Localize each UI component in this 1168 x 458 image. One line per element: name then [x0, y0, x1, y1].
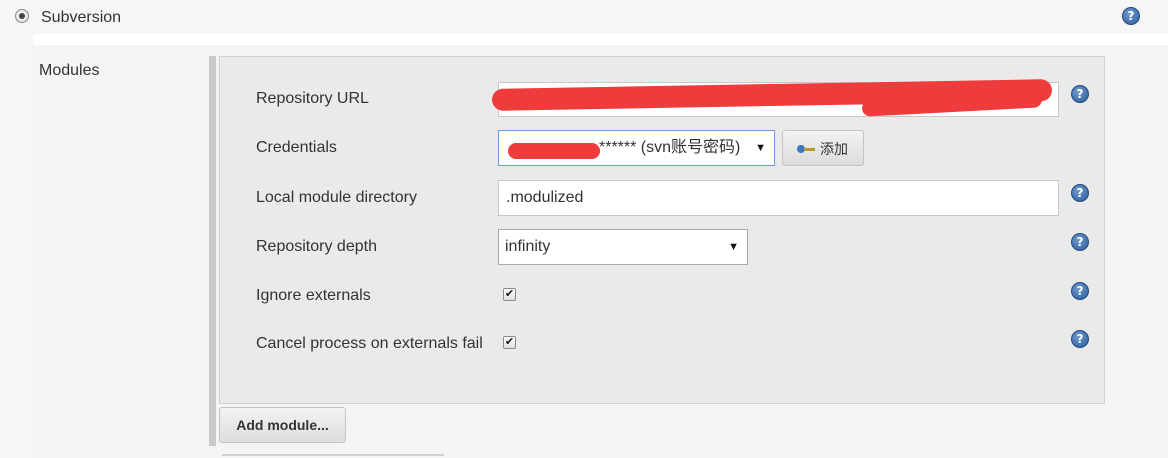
next-section-edge	[222, 454, 444, 456]
radio-selected-dot	[19, 13, 25, 19]
repository-url-help-icon[interactable]	[1071, 85, 1089, 103]
left-strip	[0, 34, 33, 458]
subversion-radio[interactable]	[15, 9, 29, 23]
credentials-label: Credentials	[256, 139, 337, 156]
cancel-on-externals-fail-checkbox[interactable]: ✔	[503, 336, 516, 349]
repository-depth-label: Repository depth	[256, 238, 377, 255]
scm-header	[0, 0, 1168, 34]
cancel-on-externals-fail-label: Cancel process on externals fail	[256, 335, 483, 352]
key-icon	[797, 145, 815, 153]
repository-depth-help-icon[interactable]	[1071, 233, 1089, 251]
cancel-on-externals-fail-help-icon[interactable]	[1071, 330, 1089, 348]
modules-label: Modules	[39, 62, 100, 79]
scm-help-icon[interactable]	[1122, 7, 1140, 25]
ignore-externals-label: Ignore externals	[256, 287, 371, 304]
ignore-externals-help-icon[interactable]	[1071, 282, 1089, 300]
local-module-directory-label: Local module directory	[256, 189, 417, 206]
modules-bar	[209, 56, 216, 446]
repository-depth-selected-value: infinity	[505, 238, 551, 255]
chevron-down-icon: ▼	[728, 241, 739, 253]
local-module-directory-help-icon[interactable]	[1071, 184, 1089, 202]
subversion-label: Subversion	[41, 9, 122, 26]
local-module-directory-input[interactable]	[498, 180, 1059, 216]
add-module-button[interactable]: Add module...	[219, 407, 346, 443]
add-credentials-label: 添加	[820, 141, 848, 157]
repository-url-label: Repository URL	[256, 90, 369, 107]
chevron-down-icon: ▼	[755, 142, 766, 154]
add-credentials-button[interactable]: 添加	[782, 130, 864, 166]
credentials-selected-value: ****** (svn账号密码)	[599, 139, 741, 156]
credentials-redaction	[508, 143, 600, 159]
repository-depth-select[interactable]: infinity ▼	[498, 229, 748, 265]
ignore-externals-checkbox[interactable]: ✔	[503, 288, 516, 301]
